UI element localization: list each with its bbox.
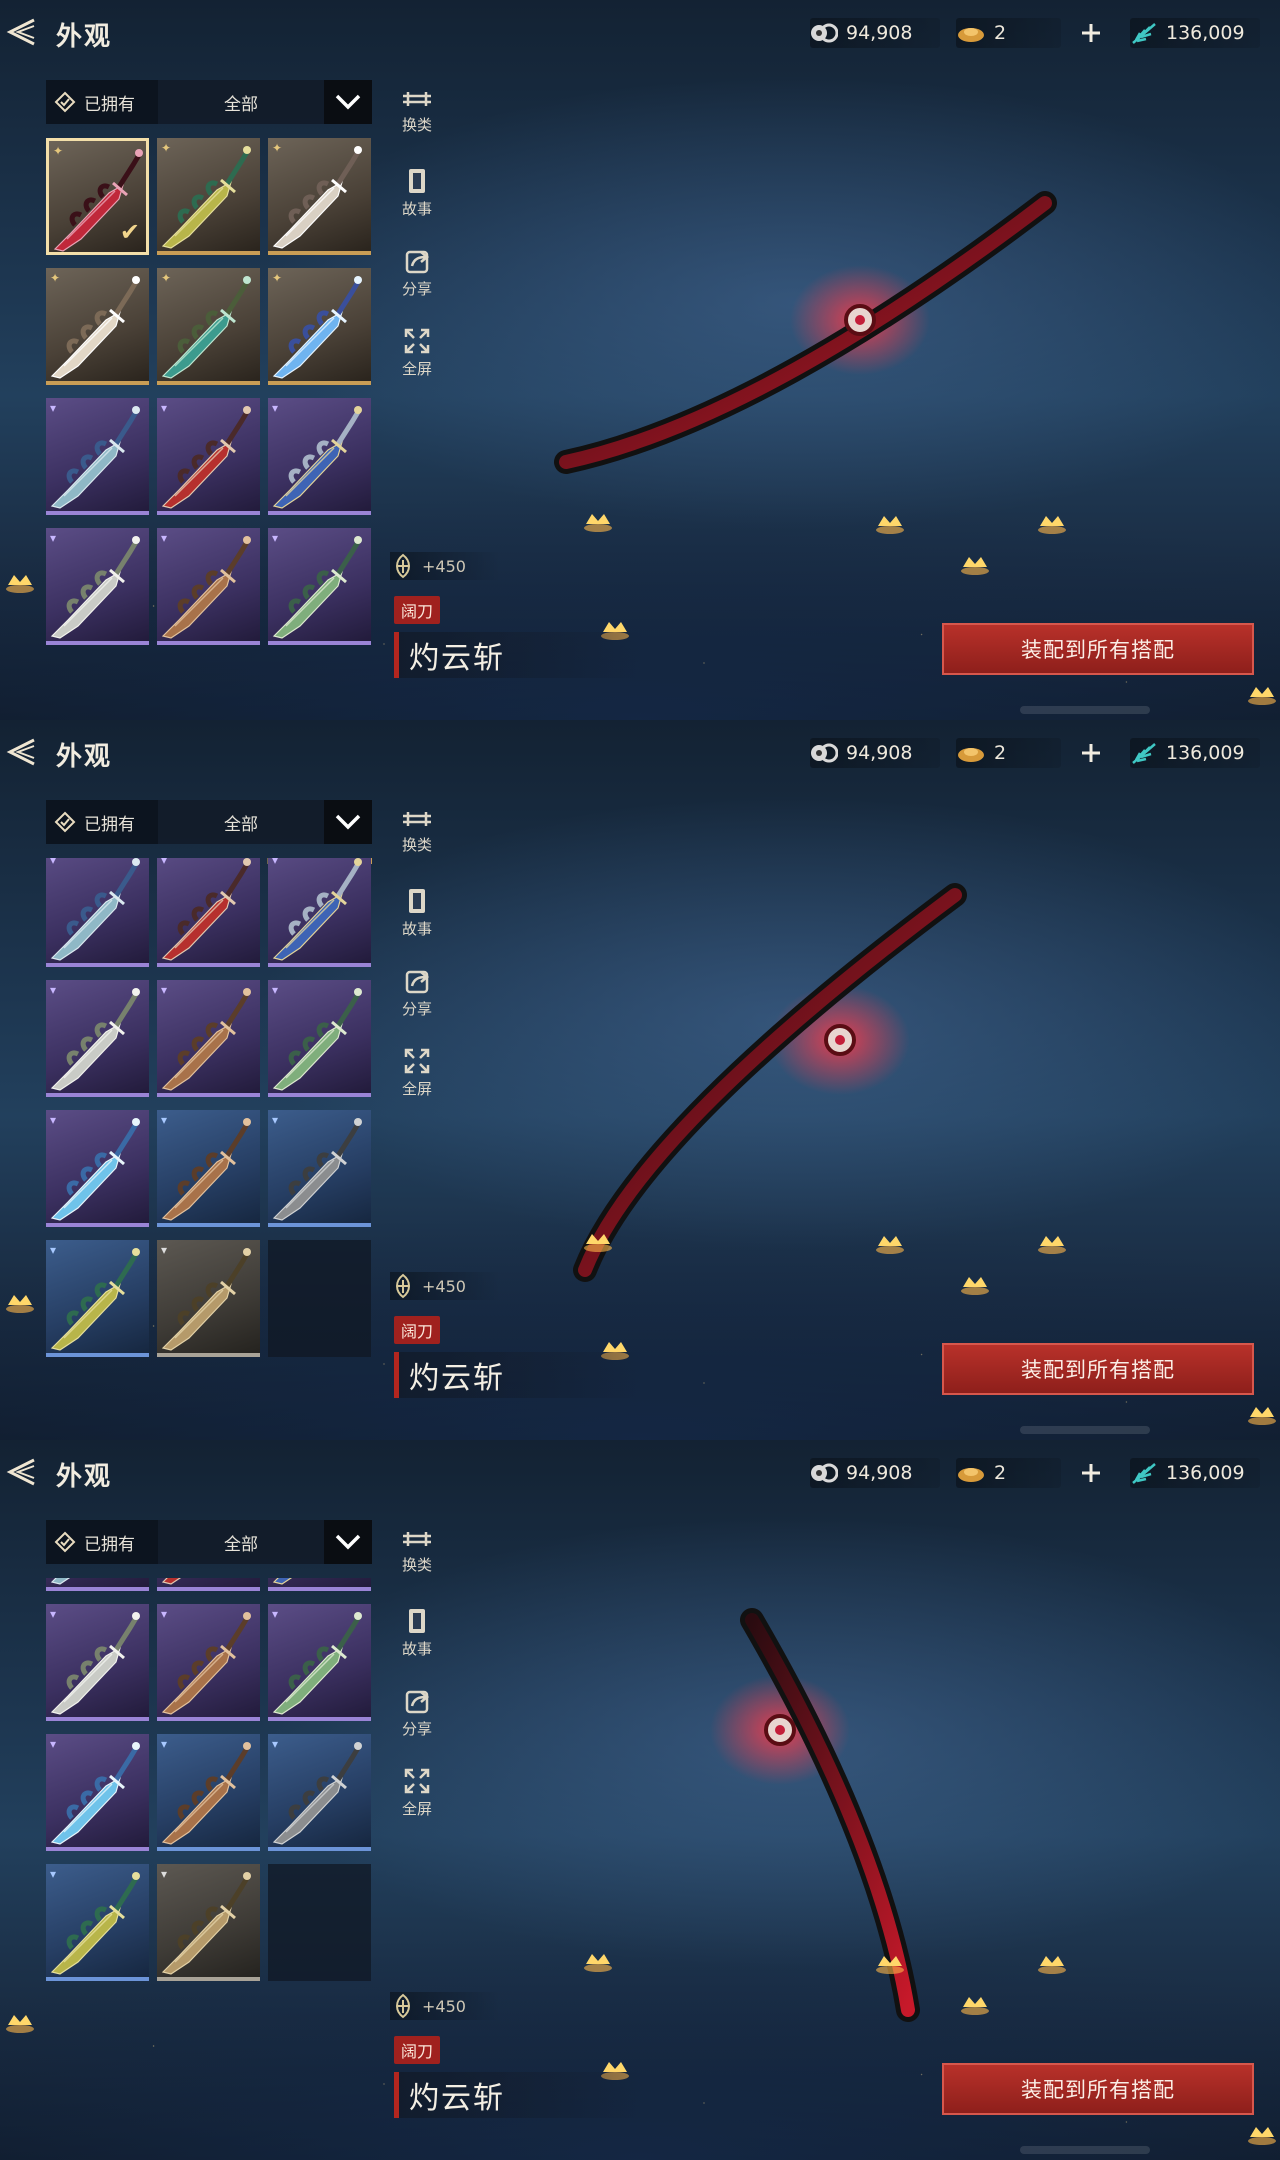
weapon-blade-back <box>573 883 967 1282</box>
weapon-type-tag: 阔刀 <box>394 2036 441 2064</box>
lotus-lantern <box>1038 1236 1066 1254</box>
lotus-lantern <box>961 1277 989 1295</box>
lotus-lantern <box>1248 687 1276 705</box>
screenshot-stack: 外观 94,908 2 136,009 已拥有 全部 ✦ ✔ ✦ ✦ ✦ ✦ ✦… <box>0 0 1280 2160</box>
weapon-type-tag: 阔刀 <box>394 596 441 624</box>
weapon-type-tag: 阔刀 <box>394 1316 441 1344</box>
lotus-lantern <box>584 514 612 532</box>
lotus-lantern <box>1038 516 1066 534</box>
weapon-name: 灼云斩 <box>394 632 644 678</box>
lotus-lantern <box>876 516 904 534</box>
appearance-screen: 外观 94,908 2 136,009 已拥有 全部 <box>0 0 1280 720</box>
lotus-lantern <box>961 557 989 575</box>
lotus-lantern <box>1038 1956 1066 1974</box>
lotus-lantern <box>6 575 34 593</box>
lotus-lantern <box>6 2015 34 2033</box>
power-emblem-icon <box>396 553 410 579</box>
equip-all-button[interactable]: 装配到所有搭配 <box>942 2063 1254 2115</box>
weapon-preview[interactable] <box>0 720 1280 1440</box>
weapon-name: 灼云斩 <box>394 1352 644 1398</box>
weapon-preview[interactable] <box>0 0 1280 720</box>
bottom-scroll-hint <box>1020 2146 1150 2154</box>
equip-all-button[interactable]: 装配到所有搭配 <box>942 1343 1254 1395</box>
appearance-screen: 外观 94,908 2 136,009 已拥有 全部 <box>0 720 1280 1440</box>
lotus-lantern <box>876 1236 904 1254</box>
lotus-lantern <box>961 1997 989 2015</box>
weapon-name: 灼云斩 <box>394 2072 644 2118</box>
bottom-scroll-hint <box>1020 706 1150 714</box>
appearance-screen: 外观 94,908 2 136,009 已拥有 全部 <box>0 1440 1280 2160</box>
lotus-lantern <box>1248 2127 1276 2145</box>
power-score: +450 <box>390 552 500 580</box>
bottom-scroll-hint <box>1020 1426 1150 1434</box>
power-score: +450 <box>390 1992 500 2020</box>
power-emblem-icon <box>396 1273 410 1299</box>
lotus-lantern <box>6 1295 34 1313</box>
equip-all-button[interactable]: 装配到所有搭配 <box>942 623 1254 675</box>
power-score: +450 <box>390 1272 500 1300</box>
weapon-preview[interactable] <box>0 1440 1280 2160</box>
lotus-lantern <box>584 1954 612 1972</box>
weapon-blade-back <box>740 1608 920 2022</box>
lotus-lantern <box>1248 1407 1276 1425</box>
power-emblem-icon <box>396 1993 410 2019</box>
